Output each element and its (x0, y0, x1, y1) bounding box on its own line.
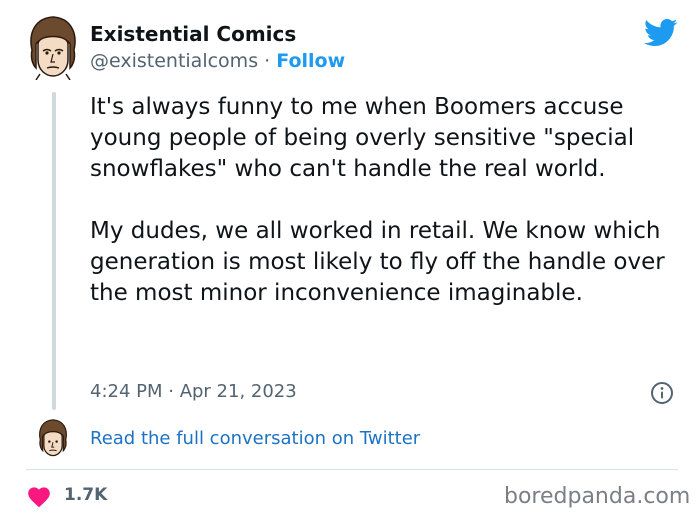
tweet-timestamp[interactable]: 4:24 PM · Apr 21, 2023 (90, 381, 297, 402)
handle-separator: · (264, 50, 271, 72)
author-avatar[interactable] (26, 14, 80, 80)
conversation-avatar[interactable] (36, 418, 70, 458)
tweet-paragraph: It's always funny to me when Boomers acc… (90, 94, 635, 182)
heart-icon[interactable] (26, 484, 52, 508)
author-name[interactable]: Existential Comics (90, 22, 296, 46)
author-handle-row: @existentialcoms · Follow (90, 50, 345, 72)
info-icon[interactable] (650, 381, 674, 405)
twitter-bird-icon[interactable] (644, 18, 678, 48)
like-count: 1.7K (64, 485, 108, 505)
follow-button[interactable]: Follow (276, 50, 345, 72)
tweet-text: It's always funny to me when Boomers acc… (90, 92, 680, 309)
tweet-paragraph: My dudes, we all worked in retail. We kn… (90, 218, 665, 306)
author-handle[interactable]: @existentialcoms (90, 50, 258, 72)
thread-line (52, 92, 56, 410)
watermark: boredpanda.com (504, 484, 691, 509)
divider (26, 469, 678, 470)
read-conversation-link[interactable]: Read the full conversation on Twitter (90, 428, 420, 449)
